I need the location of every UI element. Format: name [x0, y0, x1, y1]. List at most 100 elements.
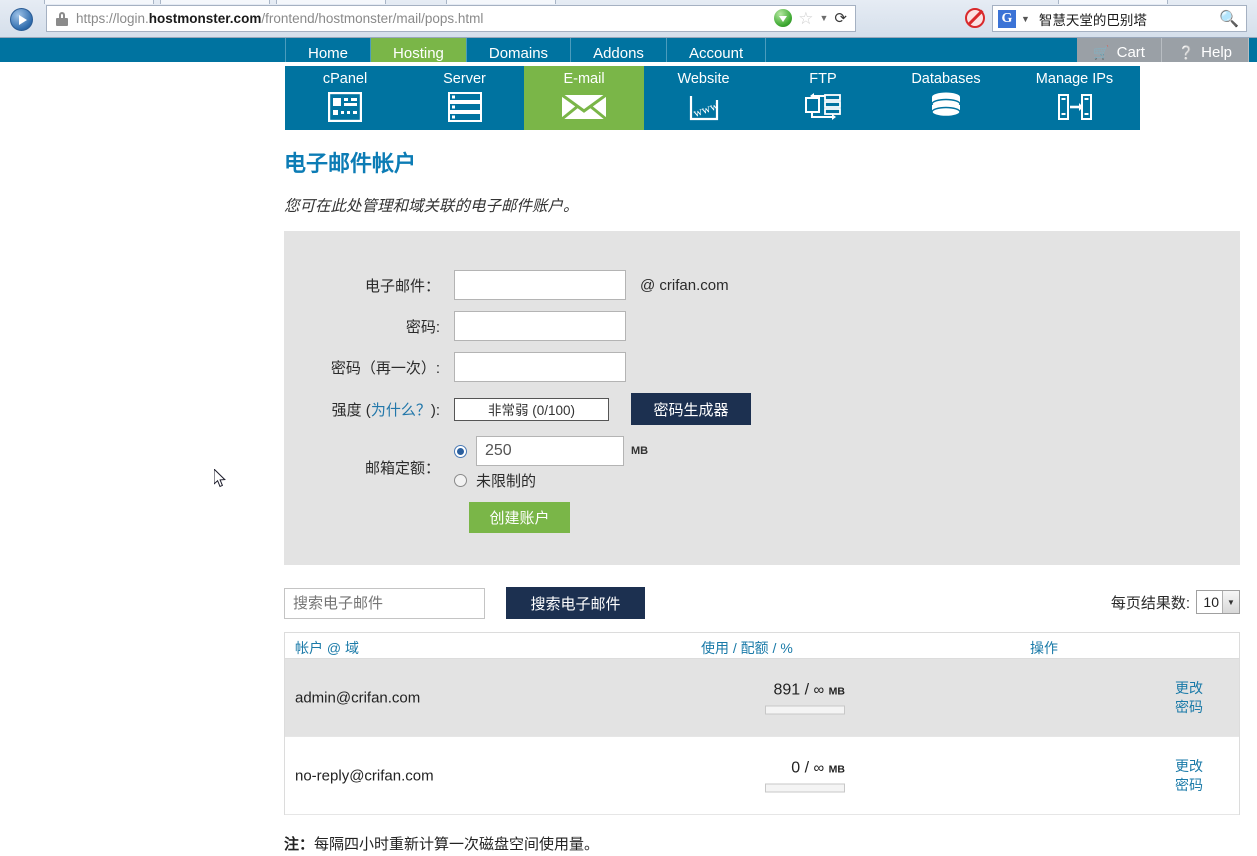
create-account-button[interactable]: 创建账户 [469, 502, 570, 533]
chevron-down-icon[interactable]: ▼ [1021, 14, 1030, 24]
change-quota-link[interactable]: 更改定额 [1240, 757, 1257, 795]
server-icon [447, 90, 482, 124]
account-usage-cell: 0 / ∞ MB [655, 759, 845, 792]
change-password-link[interactable]: 更改 密码 [1157, 679, 1221, 717]
topnav-items: Home Hosting Domains Addons Account [285, 38, 767, 62]
iconnav-item-databases[interactable]: Databases [883, 66, 1009, 130]
change-password-line1: 更改 [1175, 757, 1203, 774]
browser-tab-stub[interactable] [446, 0, 556, 4]
usage-progress-bar [765, 783, 845, 792]
password-again-field-label: 密码（再一次）: [330, 359, 440, 377]
topnav-item-hosting[interactable]: Hosting [371, 38, 467, 62]
browser-tab-stub[interactable] [1058, 0, 1168, 4]
usage-progress-bar [765, 705, 845, 714]
website-www-icon: www [687, 90, 721, 124]
search-email-input[interactable] [284, 588, 485, 619]
cart-icon: 🛒 [1093, 45, 1110, 60]
help-button[interactable]: ❔ Help [1161, 38, 1249, 62]
email-accounts-table: 帐户 @ 域 使用 / 配额 / % 操作 admin@crifan.com 8… [284, 632, 1240, 815]
topnav-item-addons[interactable]: Addons [571, 38, 667, 62]
site-top-navigation: Home Hosting Domains Addons Account 🛒 Ca… [0, 38, 1257, 62]
footnote-text: 每隔四小时重新计算一次磁盘空间使用量。 [314, 836, 600, 853]
cart-button[interactable]: 🛒 Cart [1077, 38, 1162, 62]
browser-chrome: https://login.hostmonster.com/frontend/h… [0, 0, 1257, 38]
download-arrow-icon[interactable] [774, 9, 793, 27]
browser-search-bar[interactable]: G ▼ 智慧天堂的巴别塔 🔍 [992, 5, 1247, 32]
chevron-down-icon[interactable]: ▼ [820, 13, 829, 23]
url-prefix: https://login. [76, 11, 149, 26]
quota-value-input[interactable] [476, 436, 624, 466]
back-arrow-glyph [18, 14, 27, 25]
topnav-item-home[interactable]: Home [285, 38, 372, 62]
strength-label-prefix: 强度 ( [331, 401, 371, 419]
page-title: 电子邮件帐户 [284, 151, 417, 176]
change-password-link[interactable]: 更改 密码 [1157, 757, 1221, 795]
search-magnifier-icon[interactable]: 🔍 [1219, 9, 1239, 28]
bookmark-star-icon[interactable]: ☆ [798, 10, 813, 27]
iconnav-label: FTP [809, 71, 837, 87]
footnote-prefix: 注： [284, 836, 315, 853]
quota-unlimited-radio[interactable] [454, 473, 467, 487]
strength-why-link[interactable]: 为什么？ [371, 402, 431, 419]
iconnav-item-email[interactable]: E-mail [524, 66, 644, 130]
iconnav-item-cpanel[interactable]: cPanel [285, 66, 405, 130]
quota-field-label: 邮箱定额： [364, 460, 440, 477]
quota-fixed-radio[interactable] [454, 444, 467, 458]
column-header-usage[interactable]: 使用 / 配额 / % [701, 638, 793, 658]
database-icon [930, 90, 962, 124]
ftp-transfer-icon [804, 90, 842, 124]
reload-icon[interactable]: ⟳ [834, 9, 847, 27]
change-password-line1: 更改 [1175, 679, 1203, 696]
chevron-down-icon[interactable]: ▼ [1222, 591, 1239, 613]
field-row-password-again: 密码（再一次）: [284, 352, 626, 382]
field-row-strength: 强度 (为什么？): 非常弱 (0/100) 密码生成器 [284, 393, 751, 425]
browser-tab-stub[interactable] [160, 0, 270, 4]
iconnav-label: E-mail [563, 71, 605, 87]
iconnav-item-server[interactable]: Server [405, 66, 524, 130]
browser-search-value: 智慧天堂的巴别塔 [1038, 12, 1147, 28]
usage-separator: / [804, 681, 810, 698]
browser-tab-stub[interactable] [276, 0, 386, 4]
password-again-input[interactable] [454, 352, 626, 382]
back-arrow-icon[interactable] [10, 8, 33, 31]
usage-unit: MB [828, 685, 845, 697]
help-label: Help [1201, 44, 1232, 61]
account-email: admin@crifan.com [295, 689, 421, 706]
password-field-label: 密码: [405, 318, 440, 336]
email-envelope-icon [561, 90, 607, 124]
iconnav-item-manage-ips[interactable]: Manage IPs [1009, 66, 1140, 130]
page-description: 您可在此处管理和域关联的电子邮件账户。 [284, 198, 579, 215]
account-usage-cell: 891 / ∞ MB [655, 681, 845, 714]
column-header-actions: 操作 [1030, 640, 1058, 656]
email-input[interactable] [454, 270, 626, 300]
topnav-right-items: 🛒 Cart ❔ Help [1077, 38, 1249, 62]
usage-used: 891 [773, 681, 801, 698]
topnav-item-domains[interactable]: Domains [467, 38, 572, 62]
field-row-quota: 邮箱定额： MB 未限制的 [284, 435, 648, 493]
lock-icon [56, 11, 68, 26]
password-input[interactable] [454, 311, 626, 341]
iconnav-item-website[interactable]: Website www [644, 66, 763, 130]
results-per-page-value: 10 [1203, 594, 1219, 610]
iconnav-label: cPanel [322, 71, 368, 87]
help-icon: ❔ [1177, 45, 1195, 60]
address-bar[interactable]: https://login.hostmonster.com/frontend/h… [46, 5, 856, 32]
password-generator-button[interactable]: 密码生成器 [631, 393, 751, 425]
iconnav-label: Server [443, 71, 486, 87]
iconnav-label: Manage IPs [1035, 71, 1114, 87]
address-bar-url: https://login.hostmonster.com/frontend/h… [76, 11, 483, 26]
topnav-item-account[interactable]: Account [667, 38, 767, 62]
table-header-row: 帐户 @ 域 使用 / 配额 / % 操作 [285, 633, 1239, 659]
url-host: hostmonster.com [148, 11, 262, 26]
browser-tab-stub[interactable] [44, 0, 154, 4]
search-email-button[interactable]: 搜索电子邮件 [506, 587, 645, 619]
quota-options: MB 未限制的 [454, 435, 648, 493]
quota-unlimited-option[interactable]: 未限制的 [454, 467, 648, 493]
quota-fixed-option[interactable]: MB [454, 435, 648, 467]
blocked-icon[interactable] [965, 8, 985, 28]
results-per-page-select[interactable]: 10 ▼ [1196, 590, 1240, 614]
column-header-account[interactable]: 帐户 @ 域 [295, 638, 359, 658]
results-per-page-control: 每页结果数: 10 ▼ [1111, 590, 1240, 614]
change-quota-link[interactable]: 更改定额 [1240, 679, 1257, 717]
iconnav-item-ftp[interactable]: FTP [763, 66, 883, 130]
